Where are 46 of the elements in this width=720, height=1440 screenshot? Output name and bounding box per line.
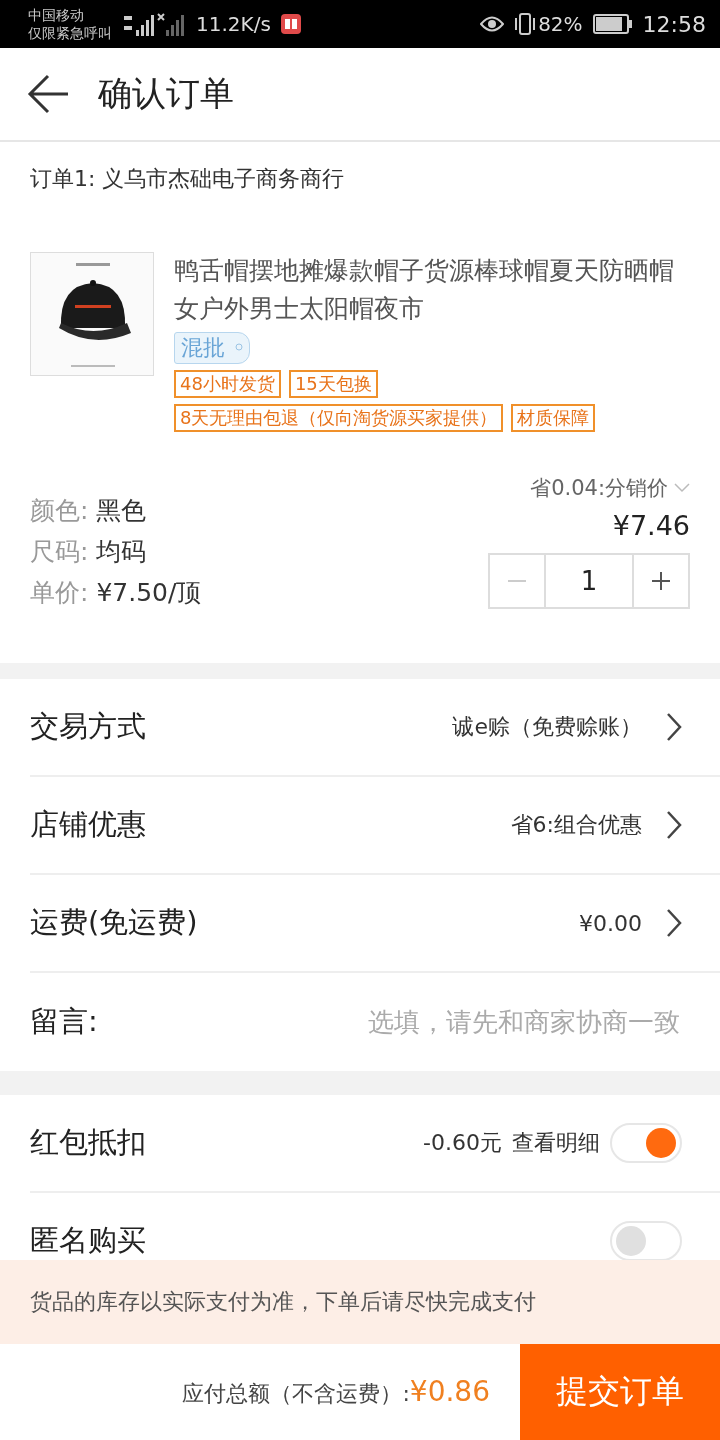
book-icon: [280, 14, 301, 34]
service-tag: 8天无理由包退（仅向淘货源买家提供）: [174, 404, 504, 432]
product-attribute: 单价: ¥7.50/顶: [30, 577, 202, 609]
setting-label: 店铺优惠: [30, 806, 146, 843]
setting-label: 运费(免运费): [30, 904, 198, 941]
product-attribute: 颜色: 黑色: [30, 495, 148, 527]
deduction-amount: -0.60元: [423, 1129, 502, 1157]
carrier-note: 仅限紧急呼叫: [28, 24, 112, 42]
details-link[interactable]: 查看明细: [512, 1128, 600, 1158]
option-label: 红包抵扣: [30, 1124, 146, 1161]
back-arrow-icon[interactable]: [26, 74, 70, 114]
chevron-down-icon[interactable]: [674, 483, 690, 493]
toggle-switch[interactable]: [610, 1221, 682, 1261]
product-attribute: 尺码: 均码: [30, 536, 148, 568]
message-label: 留言:: [30, 1003, 98, 1040]
setting-label: 交易方式: [30, 708, 146, 745]
total-amount: 应付总额（不含运费）:¥0.86: [182, 1375, 490, 1409]
service-tag: 15天包换: [288, 370, 378, 398]
stock-notice: 货品的库存以实际支付为准，下单后请尽快完成支付: [0, 1260, 720, 1344]
battery-percent: 82%: [538, 12, 583, 36]
clock-time: 12:58: [642, 11, 706, 37]
option-label: 匿名购买: [30, 1222, 146, 1259]
chevron-right-icon: [666, 712, 682, 742]
setting-value[interactable]: 诚e赊（免费赊账）: [452, 712, 642, 742]
minus-icon: [507, 580, 527, 582]
chevron-right-icon: [666, 908, 682, 938]
carrier-name: 中国移动: [28, 6, 85, 24]
hole-icon: [235, 343, 243, 351]
chevron-right-icon: [666, 810, 682, 840]
setting-value[interactable]: ¥0.00: [579, 910, 642, 936]
service-tag: 48小时发货: [174, 370, 281, 398]
product-title: 鸭舌帽摆地摊爆款帽子货源棒球帽夏天防晒帽女户外男士太阳帽夜市: [174, 255, 675, 325]
discount-note: 省0.04:分销价: [530, 475, 668, 502]
battery-icon: [592, 14, 633, 34]
network-speed: 11.2K/s: [196, 12, 271, 36]
page-title: 确认订单: [98, 72, 234, 115]
service-tag: 材质保障: [511, 404, 596, 432]
signal-icon: [122, 12, 186, 36]
mixed-batch-tag: 混批: [174, 332, 250, 364]
plus-icon: [651, 571, 671, 591]
product-price: ¥7.46: [612, 510, 690, 541]
toggle-switch[interactable]: [610, 1123, 682, 1163]
eye-icon: [480, 15, 505, 33]
shop-name: 订单1: 义乌市杰础电子商务商行: [29, 165, 346, 193]
vibrate-icon: [514, 12, 537, 36]
setting-value[interactable]: 省6:组合优惠: [510, 810, 642, 840]
